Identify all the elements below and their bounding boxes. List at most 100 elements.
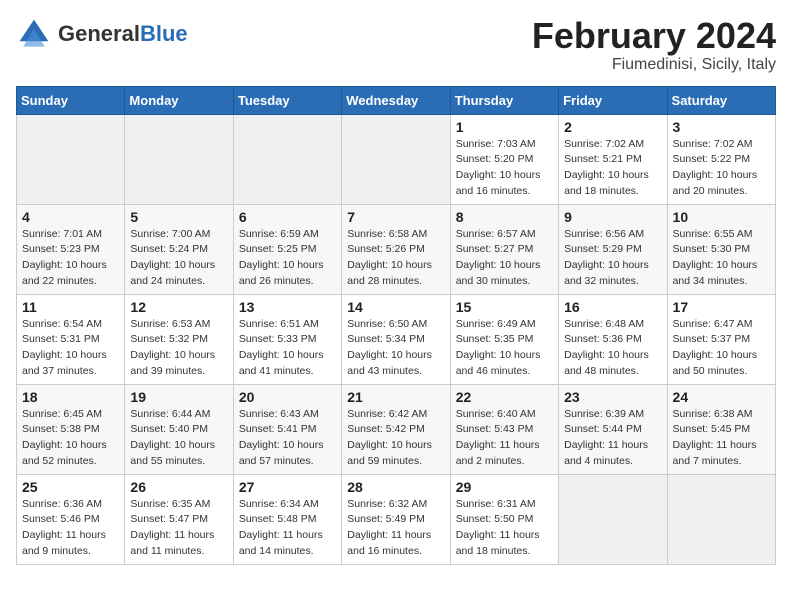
calendar-week-2: 4Sunrise: 7:01 AMSunset: 5:23 PMDaylight…	[17, 204, 776, 294]
day-of-week-tuesday: Tuesday	[233, 86, 341, 114]
day-number: 19	[130, 389, 227, 405]
day-number: 27	[239, 479, 336, 495]
logo-icon	[16, 16, 52, 52]
logo-blue-text: Blue	[140, 21, 188, 46]
calendar-cell	[125, 114, 233, 204]
day-number: 21	[347, 389, 444, 405]
day-info: Sunrise: 6:49 AMSunset: 5:35 PMDaylight:…	[456, 317, 553, 380]
calendar-cell: 12 Sunrise: 6:53 AMSunset: 5:32 PMDayligh…	[125, 294, 233, 384]
day-number: 11	[22, 299, 119, 315]
day-info: Sunrise: 6:31 AMSunset: 5:50 PMDaylight:…	[456, 497, 553, 560]
calendar-cell: 8Sunrise: 6:57 AMSunset: 5:27 PMDaylight…	[450, 204, 558, 294]
calendar-body: 1 Sunrise: 7:03 AMSunset: 5:20 PMDaylight…	[17, 114, 776, 564]
calendar-cell: 28 Sunrise: 6:32 AMSunset: 5:49 PMDayligh…	[342, 474, 450, 564]
day-info: Sunrise: 6:32 AMSunset: 5:49 PMDaylight:…	[347, 497, 444, 560]
calendar-cell: 27 Sunrise: 6:34 AMSunset: 5:48 PMDayligh…	[233, 474, 341, 564]
page-header: GeneralBlue February 2024 Fiumedinisi, S…	[16, 16, 776, 74]
day-info: Sunrise: 6:50 AMSunset: 5:34 PMDaylight:…	[347, 317, 444, 380]
calendar-cell: 11 Sunrise: 6:54 AMSunset: 5:31 PMDayligh…	[17, 294, 125, 384]
day-number: 2	[564, 119, 661, 135]
day-number: 18	[22, 389, 119, 405]
calendar-cell: 21 Sunrise: 6:42 AMSunset: 5:42 PMDayligh…	[342, 384, 450, 474]
calendar-cell: 25 Sunrise: 6:36 AMSunset: 5:46 PMDayligh…	[17, 474, 125, 564]
day-number: 14	[347, 299, 444, 315]
calendar-cell	[233, 114, 341, 204]
calendar-cell: 9 Sunrise: 6:56 AMSunset: 5:29 PMDaylight…	[559, 204, 667, 294]
day-number: 4	[22, 209, 119, 225]
calendar-cell: 16 Sunrise: 6:48 AMSunset: 5:36 PMDayligh…	[559, 294, 667, 384]
calendar-cell: 17 Sunrise: 6:47 AMSunset: 5:37 PMDayligh…	[667, 294, 775, 384]
day-info: Sunrise: 6:45 AMSunset: 5:38 PMDaylight:…	[22, 407, 119, 470]
calendar-cell: 22Sunrise: 6:40 AMSunset: 5:43 PMDayligh…	[450, 384, 558, 474]
day-number: 15	[456, 299, 553, 315]
page-title: February 2024	[532, 16, 776, 56]
day-info: Sunrise: 6:39 AMSunset: 5:44 PMDaylight:…	[564, 407, 661, 470]
day-info: Sunrise: 7:02 AMSunset: 5:21 PMDaylight:…	[564, 137, 661, 200]
calendar-table: SundayMondayTuesdayWednesdayThursdayFrid…	[16, 86, 776, 565]
day-info: Sunrise: 6:48 AMSunset: 5:36 PMDaylight:…	[564, 317, 661, 380]
day-info: Sunrise: 6:56 AMSunset: 5:29 PMDaylight:…	[564, 227, 661, 290]
day-number: 24	[673, 389, 770, 405]
day-number: 20	[239, 389, 336, 405]
day-number: 3	[673, 119, 770, 135]
day-number: 12	[130, 299, 227, 315]
day-of-week-header: SundayMondayTuesdayWednesdayThursdayFrid…	[17, 86, 776, 114]
title-block: February 2024 Fiumedinisi, Sicily, Italy	[532, 16, 776, 74]
day-info: Sunrise: 6:40 AMSunset: 5:43 PMDaylight:…	[456, 407, 553, 470]
day-of-week-monday: Monday	[125, 86, 233, 114]
day-of-week-thursday: Thursday	[450, 86, 558, 114]
day-number: 10	[673, 209, 770, 225]
logo: GeneralBlue	[16, 16, 188, 52]
calendar-week-1: 1 Sunrise: 7:03 AMSunset: 5:20 PMDaylight…	[17, 114, 776, 204]
day-info: Sunrise: 6:59 AMSunset: 5:25 PMDaylight:…	[239, 227, 336, 290]
day-info: Sunrise: 7:03 AMSunset: 5:20 PMDaylight:…	[456, 137, 553, 200]
day-number: 7	[347, 209, 444, 225]
calendar-cell: 10 Sunrise: 6:55 AMSunset: 5:30 PMDayligh…	[667, 204, 775, 294]
day-number: 17	[673, 299, 770, 315]
calendar-cell: 18 Sunrise: 6:45 AMSunset: 5:38 PMDayligh…	[17, 384, 125, 474]
day-info: Sunrise: 6:42 AMSunset: 5:42 PMDaylight:…	[347, 407, 444, 470]
calendar-cell: 3 Sunrise: 7:02 AMSunset: 5:22 PMDaylight…	[667, 114, 775, 204]
calendar-cell: 19 Sunrise: 6:44 AMSunset: 5:40 PMDayligh…	[125, 384, 233, 474]
day-info: Sunrise: 6:34 AMSunset: 5:48 PMDaylight:…	[239, 497, 336, 560]
day-info: Sunrise: 6:43 AMSunset: 5:41 PMDaylight:…	[239, 407, 336, 470]
day-of-week-saturday: Saturday	[667, 86, 775, 114]
day-info: Sunrise: 6:53 AMSunset: 5:32 PMDaylight:…	[130, 317, 227, 380]
calendar-cell	[17, 114, 125, 204]
calendar-cell: 20 Sunrise: 6:43 AMSunset: 5:41 PMDayligh…	[233, 384, 341, 474]
day-number: 1	[456, 119, 553, 135]
day-number: 6	[239, 209, 336, 225]
day-of-week-sunday: Sunday	[17, 86, 125, 114]
day-info: Sunrise: 6:54 AMSunset: 5:31 PMDaylight:…	[22, 317, 119, 380]
day-info: Sunrise: 6:57 AMSunset: 5:27 PMDaylight:…	[456, 227, 553, 290]
calendar-cell	[559, 474, 667, 564]
calendar-week-5: 25 Sunrise: 6:36 AMSunset: 5:46 PMDayligh…	[17, 474, 776, 564]
day-info: Sunrise: 6:38 AMSunset: 5:45 PMDaylight:…	[673, 407, 770, 470]
day-number: 28	[347, 479, 444, 495]
calendar-cell: 2 Sunrise: 7:02 AMSunset: 5:21 PMDaylight…	[559, 114, 667, 204]
day-number: 16	[564, 299, 661, 315]
day-number: 25	[22, 479, 119, 495]
day-info: Sunrise: 6:35 AMSunset: 5:47 PMDaylight:…	[130, 497, 227, 560]
calendar-cell: 6 Sunrise: 6:59 AMSunset: 5:25 PMDaylight…	[233, 204, 341, 294]
day-of-week-wednesday: Wednesday	[342, 86, 450, 114]
calendar-cell: 29Sunrise: 6:31 AMSunset: 5:50 PMDayligh…	[450, 474, 558, 564]
day-info: Sunrise: 6:55 AMSunset: 5:30 PMDaylight:…	[673, 227, 770, 290]
day-number: 9	[564, 209, 661, 225]
day-info: Sunrise: 6:47 AMSunset: 5:37 PMDaylight:…	[673, 317, 770, 380]
day-info: Sunrise: 6:58 AMSunset: 5:26 PMDaylight:…	[347, 227, 444, 290]
calendar-cell: 24 Sunrise: 6:38 AMSunset: 5:45 PMDayligh…	[667, 384, 775, 474]
calendar-cell: 26 Sunrise: 6:35 AMSunset: 5:47 PMDayligh…	[125, 474, 233, 564]
calendar-cell	[342, 114, 450, 204]
day-info: Sunrise: 7:02 AMSunset: 5:22 PMDaylight:…	[673, 137, 770, 200]
calendar-cell: 7 Sunrise: 6:58 AMSunset: 5:26 PMDaylight…	[342, 204, 450, 294]
day-info: Sunrise: 7:00 AMSunset: 5:24 PMDaylight:…	[130, 227, 227, 290]
calendar-cell: 15 Sunrise: 6:49 AMSunset: 5:35 PMDayligh…	[450, 294, 558, 384]
day-of-week-friday: Friday	[559, 86, 667, 114]
day-info: Sunrise: 6:36 AMSunset: 5:46 PMDaylight:…	[22, 497, 119, 560]
calendar-cell: 13Sunrise: 6:51 AMSunset: 5:33 PMDayligh…	[233, 294, 341, 384]
day-number: 26	[130, 479, 227, 495]
page-subtitle: Fiumedinisi, Sicily, Italy	[532, 56, 776, 74]
calendar-cell: 4Sunrise: 7:01 AMSunset: 5:23 PMDaylight…	[17, 204, 125, 294]
day-info: Sunrise: 6:44 AMSunset: 5:40 PMDaylight:…	[130, 407, 227, 470]
